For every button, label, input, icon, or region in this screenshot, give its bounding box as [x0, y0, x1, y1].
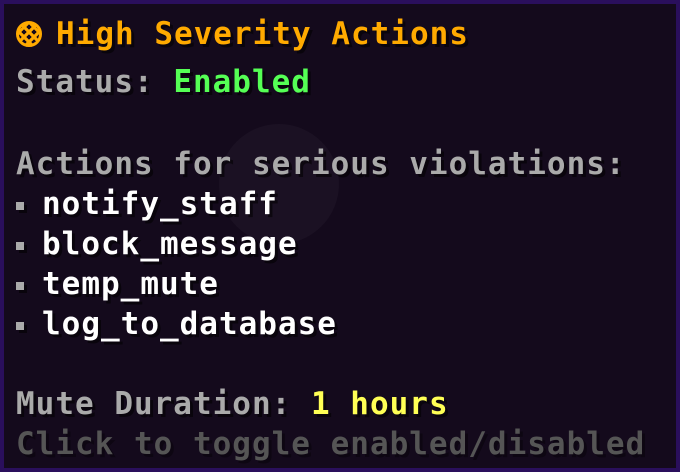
- bullet-icon: [16, 321, 24, 330]
- action-item-text: block_message: [42, 226, 298, 262]
- action-item: block_message: [16, 224, 298, 264]
- bullet-icon: [16, 281, 24, 290]
- action-item-text: temp_mute: [42, 266, 219, 302]
- status-line: Status: Enabled: [16, 62, 311, 102]
- status-label: Status:: [16, 64, 174, 100]
- bullet-icon: [16, 201, 24, 210]
- duration-label: Mute Duration:: [16, 386, 311, 422]
- action-item: temp_mute: [16, 264, 219, 304]
- action-item-text: notify_staff: [42, 186, 278, 222]
- action-item: log_to_database: [16, 304, 337, 344]
- bullet-icon: [16, 241, 24, 250]
- toggle-hint: Click to toggle enabled/disabled: [16, 426, 646, 462]
- actions-header: Actions for serious violations:: [16, 146, 626, 182]
- status-value: Enabled: [173, 64, 311, 100]
- duration-value: 1 hours: [310, 386, 449, 422]
- action-item-text: log_to_database: [42, 306, 337, 342]
- tooltip-title: High Severity Actions: [16, 14, 469, 54]
- tooltip-title-text: High Severity Actions: [56, 16, 469, 52]
- target-icon: [16, 21, 42, 47]
- item-tooltip: High Severity Actions Status: Enabled Ac…: [0, 0, 680, 472]
- action-item: notify_staff: [16, 184, 278, 224]
- mute-duration-line: Mute Duration: 1 hours: [16, 384, 449, 424]
